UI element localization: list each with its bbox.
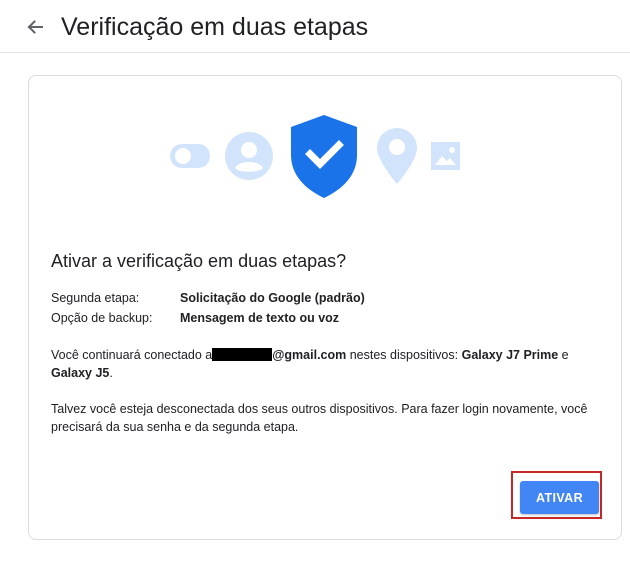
page-header: Verificação em duas etapas [0,0,630,53]
detail-label: Opção de backup: [51,311,153,325]
toggle-icon [170,144,210,168]
warning-paragraph: Talvez você esteja desconectada dos seus… [51,402,588,434]
page-title: Verificação em duas etapas [61,13,369,41]
detail-value: Solicitação do Google (padrão) [180,291,365,305]
location-pin-icon [377,128,417,184]
email-domain: @gmail.com [272,348,347,362]
redacted-email [212,348,273,361]
account-icon [225,132,273,180]
detail-label: Segunda etapa: [51,291,140,305]
illustration [29,76,623,226]
devices-conjunction: e [558,348,569,362]
activate-button[interactable]: ATIVAR [520,481,599,514]
devices-paragraph: Você continuará conectado a @gmail.com ne… [51,346,596,382]
back-button[interactable] [22,14,48,40]
detail-value: Mensagem de texto ou voz [180,311,340,325]
image-icon [431,142,460,170]
confirmation-question: Ativar a verificação em duas etapas? [51,251,347,271]
devices-end: . [109,366,113,380]
devices-prefix: Você continuará conectado a [51,348,213,362]
arrow-left-icon [27,20,43,34]
devices-middle: nestes dispositivos: [346,348,462,362]
device-name: Galaxy J5 [51,366,110,380]
device-name: Galaxy J7 Prime [461,348,559,362]
shield-check-icon [291,115,357,198]
